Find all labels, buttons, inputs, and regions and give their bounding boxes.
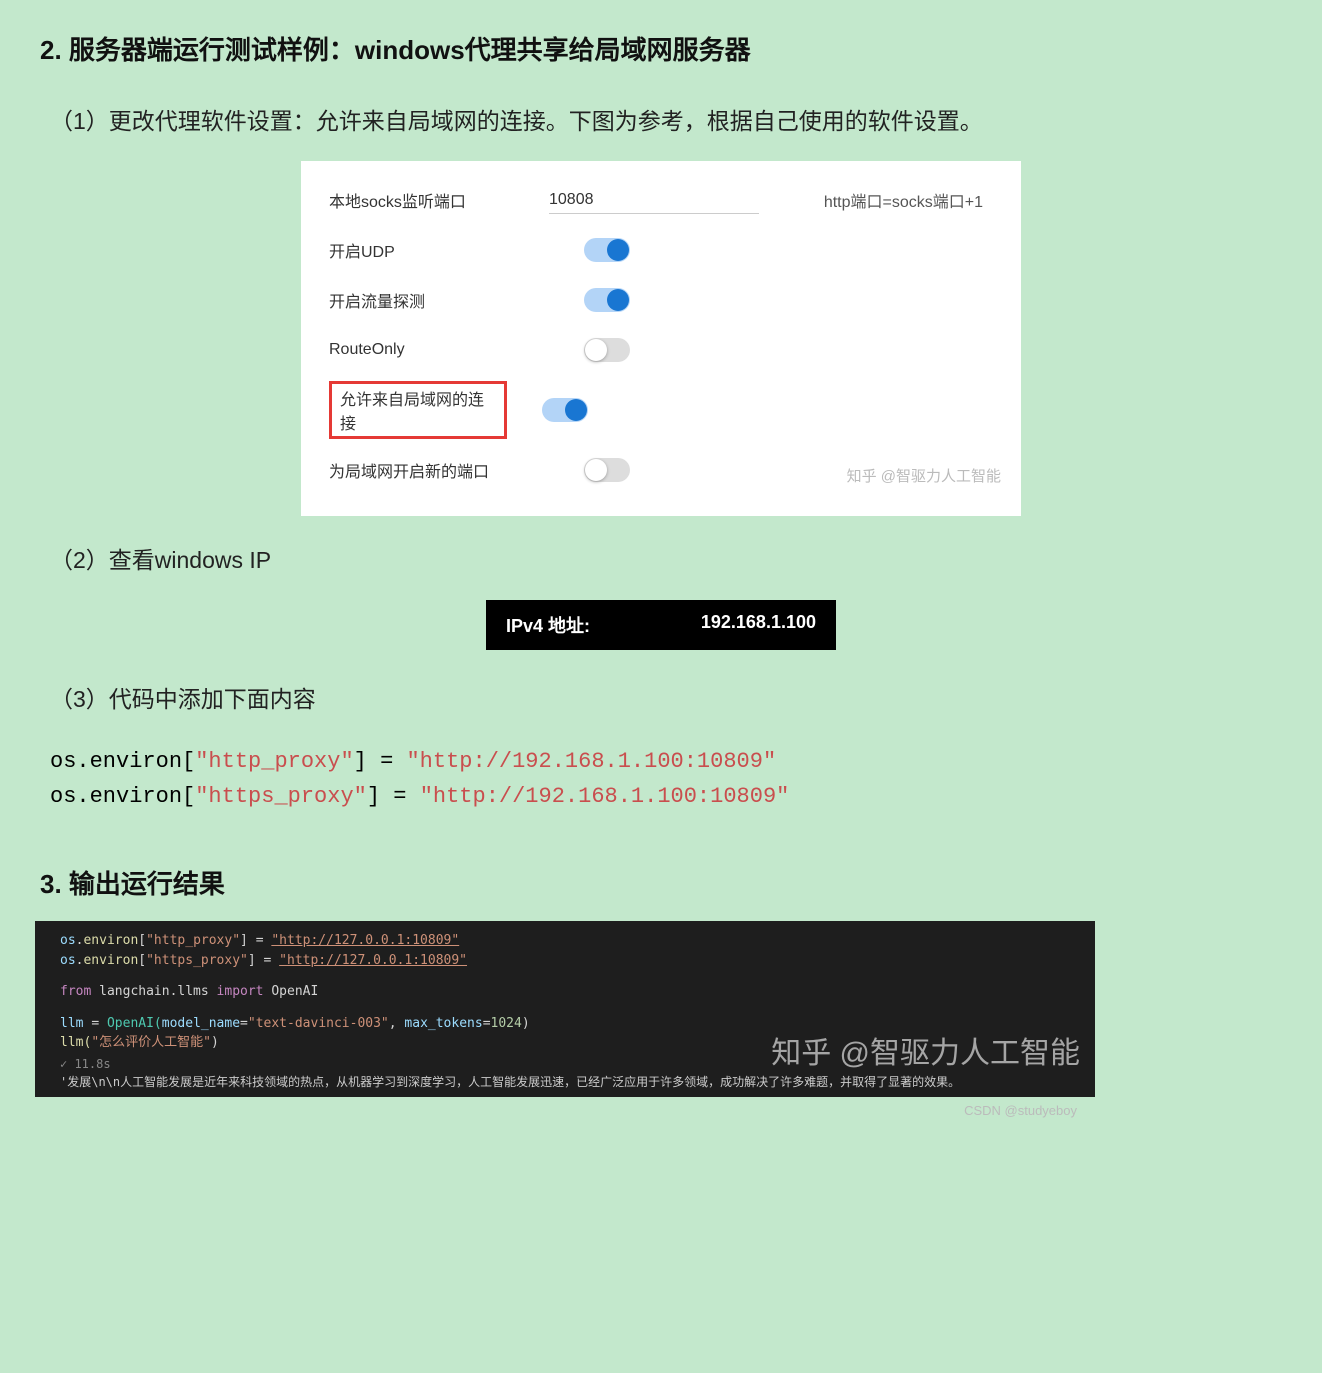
setting-label: RouteOnly (329, 337, 549, 363)
code-line-1: os.environ["http_proxy"] = "http://192.1… (50, 744, 1282, 779)
section-3-heading: 3. 输出运行结果 (40, 864, 1282, 901)
toggle-traffic[interactable] (584, 288, 630, 312)
term-line: llm("怎么评价人工智能") (60, 1033, 1080, 1053)
toggle-udp[interactable] (584, 238, 630, 262)
port-hint: http端口=socks端口+1 (759, 188, 993, 212)
proxy-code-block: os.environ["http_proxy"] = "http://192.1… (50, 744, 1282, 814)
csdn-credit: CSDN @studyeboy (40, 1103, 1282, 1118)
step-3-text: （3）代码中添加下面内容 (50, 680, 1282, 714)
code-line-2: os.environ["https_proxy"] = "http://192.… (50, 779, 1282, 814)
zhihu-watermark: 知乎 @智驱力人工智能 (847, 465, 1001, 486)
terminal-output: os.environ["http_proxy"] = "http://127.0… (35, 921, 1095, 1096)
toggle-knob (585, 459, 607, 481)
setting-label: 为局域网开启新的端口 (329, 454, 549, 486)
setting-row-port: 本地socks监听端口 10808 http端口=socks端口+1 (329, 181, 993, 219)
setting-row-lan: 允许来自局域网的连接 (329, 381, 993, 439)
step-1-text: （1）更改代理软件设置：允许来自局域网的连接。下图为参考，根据自己使用的软件设置… (50, 102, 1282, 136)
setting-label-highlighted: 允许来自局域网的连接 (329, 381, 507, 439)
toggle-lan[interactable] (542, 398, 588, 422)
step-2-text: （2）查看windows IP (50, 541, 1282, 575)
toggle-routeonly[interactable] (584, 338, 630, 362)
setting-row-traffic: 开启流量探测 (329, 281, 993, 319)
term-line: from langchain.llms import OpenAI (60, 982, 1080, 1002)
execution-time: ✓ 11.8s (60, 1057, 1080, 1071)
output-text: '发展\n\n人工智能发展是近年来科技领域的热点，从机器学习到深度学习，人工智能… (60, 1074, 1080, 1091)
setting-label: 开启流量探测 (329, 284, 549, 316)
toggle-knob (565, 399, 587, 421)
toggle-knob (607, 239, 629, 261)
section-2-heading: 2. 服务器端运行测试样例：windows代理共享给局域网服务器 (40, 30, 1282, 67)
ipv4-address-box: IPv4 地址: 192.168.1.100 (486, 600, 836, 650)
ipv4-value: 192.168.1.100 (701, 612, 816, 638)
setting-row-udp: 开启UDP (329, 231, 993, 269)
setting-label: 开启UDP (329, 234, 549, 266)
term-line: os.environ["http_proxy"] = "http://127.0… (60, 931, 1080, 951)
toggle-knob (585, 339, 607, 361)
toggle-lan-port[interactable] (584, 458, 630, 482)
proxy-settings-panel: 本地socks监听端口 10808 http端口=socks端口+1 开启UDP… (301, 161, 1021, 516)
ipv4-label: IPv4 地址: (506, 612, 590, 638)
toggle-knob (607, 289, 629, 311)
socks-port-value[interactable]: 10808 (549, 187, 759, 214)
term-line: llm = OpenAI(model_name="text-davinci-00… (60, 1014, 1080, 1034)
term-line: os.environ["https_proxy"] = "http://127.… (60, 951, 1080, 971)
setting-label: 本地socks监听端口 (329, 184, 549, 216)
setting-row-routeonly: RouteOnly (329, 331, 993, 369)
